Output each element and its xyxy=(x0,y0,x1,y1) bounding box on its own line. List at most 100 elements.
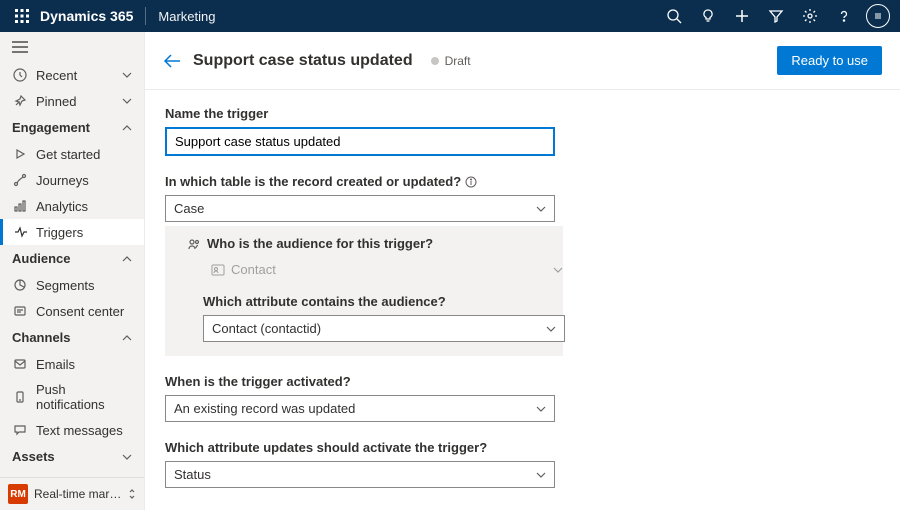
ready-to-use-button[interactable]: Ready to use xyxy=(777,46,882,75)
trigger-icon xyxy=(12,224,28,240)
attr-updates-select[interactable]: Status xyxy=(165,461,555,488)
field-table: In which table is the record created or … xyxy=(165,174,880,356)
sidebar-label: Segments xyxy=(36,278,95,293)
consent-icon xyxy=(12,303,28,319)
select-value: Status xyxy=(174,467,211,482)
info-icon[interactable] xyxy=(465,176,477,188)
section-channels[interactable]: Channels xyxy=(0,324,144,351)
area-name: Marketing xyxy=(158,9,215,24)
select-value: Contact (contactid) xyxy=(212,321,321,336)
section-audience[interactable]: Audience xyxy=(0,245,144,272)
when-select[interactable]: An existing record was updated xyxy=(165,395,555,422)
select-value: An existing record was updated xyxy=(174,401,355,416)
audience-title: Who is the audience for this trigger? xyxy=(187,236,549,251)
clock-icon xyxy=(12,67,28,83)
sidebar-label: Emails xyxy=(36,357,75,372)
status-dot-icon xyxy=(431,57,439,65)
sidebar: Recent Pinned Engagement Get started Jou… xyxy=(0,32,145,510)
label-audience-attr: Which attribute contains the audience? xyxy=(203,294,549,309)
chevron-down-icon xyxy=(536,472,546,478)
status-text: Draft xyxy=(445,54,471,68)
lightbulb-icon[interactable] xyxy=(694,2,722,30)
field-name: Name the trigger xyxy=(165,106,880,156)
sidebar-label: Recent xyxy=(36,68,77,83)
back-button[interactable] xyxy=(163,53,181,69)
sidebar-item-segments[interactable]: Segments xyxy=(0,272,144,298)
section-label: Engagement xyxy=(12,120,90,135)
pin-icon xyxy=(12,93,28,109)
sidebar-label: Pinned xyxy=(36,94,76,109)
audience-box: Who is the audience for this trigger? Co… xyxy=(165,226,563,356)
chevron-down-icon xyxy=(553,267,563,273)
journey-icon xyxy=(12,172,28,188)
analytics-icon xyxy=(12,198,28,214)
sidebar-item-pinned[interactable]: Pinned xyxy=(0,88,144,114)
chevron-down-icon xyxy=(122,72,132,78)
segments-icon xyxy=(12,277,28,293)
sidebar-label: Triggers xyxy=(36,225,83,240)
help-icon[interactable] xyxy=(830,2,858,30)
name-input[interactable] xyxy=(165,127,555,156)
table-select[interactable]: Case xyxy=(165,195,555,222)
chevron-down-icon xyxy=(122,98,132,104)
topbar: Dynamics 365 Marketing xyxy=(0,0,900,32)
sidebar-item-triggers[interactable]: Triggers xyxy=(0,219,144,245)
chevron-down-icon xyxy=(122,454,132,460)
text-icon xyxy=(12,422,28,438)
play-icon xyxy=(12,146,28,162)
select-value: Case xyxy=(174,201,204,216)
sidebar-label: Push notifications xyxy=(36,382,132,412)
chevron-up-icon xyxy=(122,256,132,262)
audience-attr-select[interactable]: Contact (contactid) xyxy=(203,315,565,342)
sidebar-label: Journeys xyxy=(36,173,89,188)
email-icon xyxy=(12,356,28,372)
section-label: Audience xyxy=(12,251,71,266)
sidebar-item-analytics[interactable]: Analytics xyxy=(0,193,144,219)
label-table: In which table is the record created or … xyxy=(165,174,880,189)
env-name: Real-time marketi... xyxy=(34,487,122,501)
chevron-down-icon xyxy=(546,326,556,332)
label-name: Name the trigger xyxy=(165,106,880,121)
topbar-actions xyxy=(660,2,892,30)
topbar-divider xyxy=(145,7,146,25)
section-engagement[interactable]: Engagement xyxy=(0,114,144,141)
sidebar-item-emails[interactable]: Emails xyxy=(0,351,144,377)
contact-card-icon xyxy=(211,264,225,276)
sidebar-item-recent[interactable]: Recent xyxy=(0,62,144,88)
page-title: Support case status updated xyxy=(193,52,413,70)
status-badge: Draft xyxy=(431,54,471,68)
audience-readonly-value: Contact xyxy=(231,262,276,277)
waffle-icon[interactable] xyxy=(8,2,36,30)
main-content: Support case status updated Draft Ready … xyxy=(145,32,900,510)
chevron-updown-icon xyxy=(128,488,136,500)
label-attr-updates: Which attribute updates should activate … xyxy=(165,440,880,455)
sidebar-item-get-started[interactable]: Get started xyxy=(0,141,144,167)
sidebar-label: Analytics xyxy=(36,199,88,214)
brand-name: Dynamics 365 xyxy=(40,8,133,24)
audience-icon xyxy=(187,237,201,251)
avatar[interactable] xyxy=(864,2,892,30)
field-when: When is the trigger activated? An existi… xyxy=(165,374,880,422)
add-icon[interactable] xyxy=(728,2,756,30)
environment-picker[interactable]: RM Real-time marketi... xyxy=(0,477,144,510)
sidebar-item-push[interactable]: Push notifications xyxy=(0,377,144,417)
section-label: Assets xyxy=(12,449,55,464)
sidebar-item-text[interactable]: Text messages xyxy=(0,417,144,443)
sidebar-label: Text messages xyxy=(36,423,123,438)
sidebar-item-consent-center[interactable]: Consent center xyxy=(0,298,144,324)
field-attr-updates: Which attribute updates should activate … xyxy=(165,440,880,488)
section-assets[interactable]: Assets xyxy=(0,443,144,470)
sidebar-label: Consent center xyxy=(36,304,124,319)
chevron-up-icon xyxy=(122,125,132,131)
filter-icon[interactable] xyxy=(762,2,790,30)
sidebar-item-journeys[interactable]: Journeys xyxy=(0,167,144,193)
search-icon[interactable] xyxy=(660,2,688,30)
section-label: Channels xyxy=(12,330,71,345)
env-badge: RM xyxy=(8,484,28,504)
trigger-form: Name the trigger In which table is the r… xyxy=(145,90,900,510)
chevron-down-icon xyxy=(536,206,546,212)
push-icon xyxy=(12,389,28,405)
chevron-up-icon xyxy=(122,335,132,341)
gear-icon[interactable] xyxy=(796,2,824,30)
hamburger-icon[interactable] xyxy=(0,32,144,62)
